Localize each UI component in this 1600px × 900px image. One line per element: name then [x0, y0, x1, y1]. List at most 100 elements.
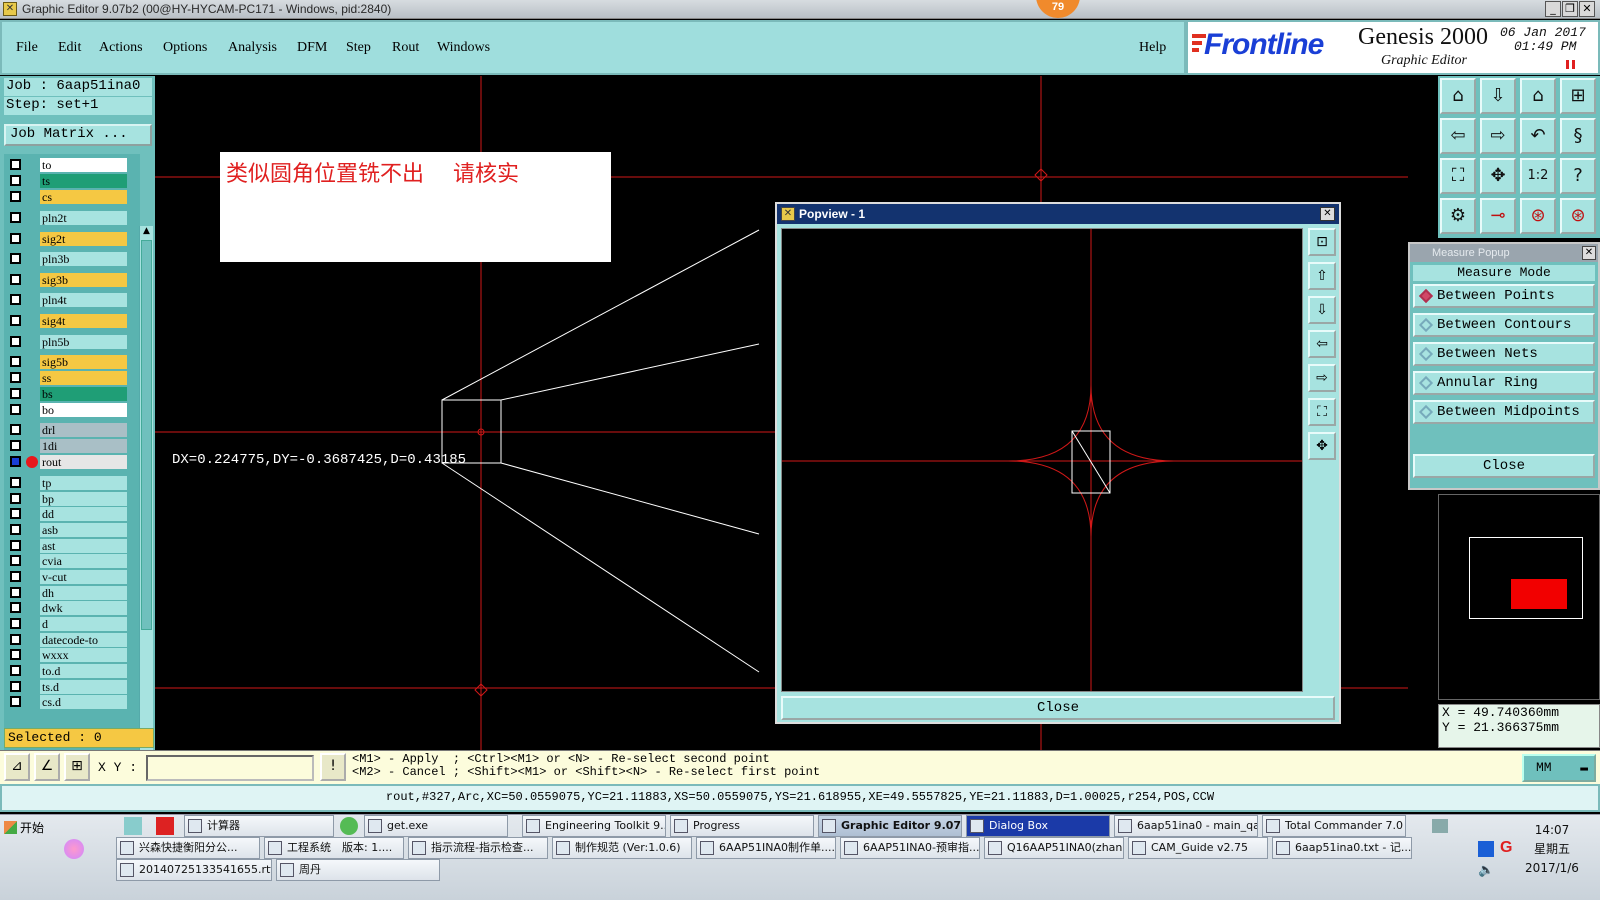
layer-checkbox[interactable] [10, 388, 21, 399]
mode-annular-ring[interactable]: Annular Ring [1413, 371, 1595, 395]
snap-icon[interactable]: ⊿ [4, 753, 30, 781]
task-q16-file[interactable]: Q16AAP51INA0(zhan... [984, 837, 1124, 859]
popview-zoom-icon[interactable]: ⊡ [1308, 228, 1336, 256]
layer-name[interactable]: sig3b [40, 273, 127, 287]
layer-row[interactable]: datecode-to [8, 633, 128, 647]
layer-row[interactable]: bs [8, 387, 128, 401]
layer-name[interactable]: 1di [40, 439, 127, 453]
task-cam-guide[interactable]: CAM_Guide v2.75 [1128, 837, 1268, 859]
layer-checkbox[interactable] [10, 356, 21, 367]
quicklaunch-browser-icon[interactable] [340, 817, 358, 835]
layer-row[interactable]: pln2t [8, 211, 128, 225]
task-engineering-system[interactable]: 工程系统 版本: 1.... [264, 837, 404, 859]
popview-center-icon[interactable]: ✥ [1308, 432, 1336, 460]
menu-edit[interactable]: Edit [58, 40, 81, 56]
layer-checkbox[interactable] [10, 571, 21, 582]
system-clock[interactable]: 14:07 星期五 2017/1/6 [1512, 821, 1592, 878]
close-window-button[interactable]: ✕ [1579, 1, 1595, 17]
layer-name[interactable]: ts.d [40, 680, 127, 694]
measure-ruler-icon[interactable]: ⊸ [1480, 198, 1516, 234]
scroll-thumb[interactable] [141, 240, 152, 630]
task-rtf-file[interactable]: 20140725133541655.rtf... [116, 859, 272, 881]
layer-checkbox[interactable] [10, 696, 21, 707]
layer-name[interactable]: tp [40, 476, 127, 490]
layer-row[interactable]: ts.d [8, 680, 128, 694]
task-pre-review[interactable]: 6AAP51INA0-预审指... [840, 837, 980, 859]
task-xingsen[interactable]: 兴森快捷衡阳分公... [116, 837, 260, 859]
layer-name[interactable]: bs [40, 387, 127, 401]
layer-name[interactable]: cvia [40, 554, 127, 568]
layer-row[interactable]: to.d [8, 664, 128, 678]
layer-checkbox[interactable] [10, 540, 21, 551]
layer-row[interactable]: sig4t [8, 314, 128, 328]
layer-row[interactable]: ast [8, 539, 128, 553]
menu-actions[interactable]: Actions [99, 40, 143, 56]
task-spec[interactable]: 制作规范 (Ver:1.0.6) [552, 837, 692, 859]
scale-1-2-icon[interactable]: 1:2 [1520, 158, 1556, 194]
layer-name[interactable]: wxxx [40, 648, 127, 662]
grid-icon[interactable]: ⊞ [64, 753, 90, 781]
layer-row[interactable]: sig2t [8, 232, 128, 246]
layer-name[interactable]: bp [40, 492, 127, 506]
help-icon[interactable]: ? [1560, 158, 1596, 194]
net-analyzer-icon[interactable]: ⊛ [1520, 198, 1556, 234]
start-button[interactable]: 开始 [2, 817, 52, 839]
minimize-button[interactable]: _ [1545, 1, 1561, 17]
layer-checkbox[interactable] [10, 634, 21, 645]
alert-icon[interactable]: ! [320, 753, 346, 781]
layer-checkbox[interactable] [10, 440, 21, 451]
layer-row[interactable]: ts [8, 174, 128, 188]
layer-name[interactable]: to [40, 158, 127, 172]
task-zhoudan[interactable]: 周丹 [276, 859, 440, 881]
layer-name[interactable]: ast [40, 539, 127, 553]
layer-row[interactable]: bo [8, 403, 128, 417]
xy-input[interactable] [146, 755, 314, 781]
layer-checkbox[interactable] [10, 274, 21, 285]
tray-volume-icon[interactable]: 🔈 [1478, 863, 1494, 878]
task-calculator[interactable]: 计算器 [184, 815, 334, 837]
layer-row[interactable]: sig3b [8, 273, 128, 287]
layer-checkbox[interactable] [10, 524, 21, 535]
layer-checkbox[interactable] [10, 493, 21, 504]
mode-between-nets[interactable]: Between Nets [1413, 342, 1595, 366]
task-get-exe[interactable]: get.exe [364, 815, 508, 837]
layer-name[interactable]: d [40, 617, 127, 631]
layer-row[interactable]: dwk [8, 601, 128, 615]
layer-row[interactable]: pln3b [8, 252, 128, 266]
feature-query-icon[interactable]: ⊛ [1560, 198, 1596, 234]
task-dialog-box[interactable]: Dialog Box [966, 815, 1110, 837]
layer-checkbox[interactable] [10, 372, 21, 383]
layer-row[interactable]: sig5b [8, 355, 128, 369]
layer-row[interactable]: pln4t [8, 293, 128, 307]
measure-popup-close-icon[interactable]: ✕ [1582, 246, 1596, 260]
layer-name[interactable]: pln5b [40, 335, 127, 349]
menu-rout[interactable]: Rout [392, 40, 419, 56]
layer-name[interactable]: asb [40, 523, 127, 537]
settings-icon[interactable]: ⚙ [1440, 198, 1476, 234]
layer-checkbox[interactable] [10, 508, 21, 519]
layer-row[interactable]: ss [8, 371, 128, 385]
layer-checkbox[interactable] [10, 681, 21, 692]
layer-checkbox[interactable] [10, 159, 21, 170]
layer-row[interactable]: drl [8, 423, 128, 437]
popview-canvas[interactable] [781, 228, 1303, 692]
popview-zoom-fit-icon[interactable]: ⛶ [1308, 398, 1336, 426]
layer-checkbox[interactable] [10, 336, 21, 347]
zoom-fit-icon[interactable]: ⛶ [1440, 158, 1476, 194]
quicklaunch-pdf-icon[interactable] [156, 817, 174, 835]
measure-angle-icon[interactable]: ∠ [34, 753, 60, 781]
quicklaunch-folder-icon[interactable] [124, 817, 142, 835]
menu-options[interactable]: Options [163, 40, 207, 56]
layer-name[interactable]: cs [40, 190, 127, 204]
layer-row[interactable]: wxxx [8, 648, 128, 662]
layer-name[interactable]: pln2t [40, 211, 127, 225]
menu-windows[interactable]: Windows [437, 40, 490, 56]
layer-name[interactable]: sig5b [40, 355, 127, 369]
task-graphic-editor[interactable]: Graphic Editor 9.07... [818, 815, 962, 837]
task-engineering-toolkit[interactable]: Engineering Toolkit 9.... [522, 815, 666, 837]
layer-row[interactable]: cs [8, 190, 128, 204]
mode-between-points[interactable]: Between Points [1413, 284, 1595, 308]
menu-file[interactable]: File [16, 40, 38, 56]
layer-checkbox[interactable] [10, 618, 21, 629]
task-total-commander[interactable]: Total Commander 7.0 ... [1262, 815, 1406, 837]
